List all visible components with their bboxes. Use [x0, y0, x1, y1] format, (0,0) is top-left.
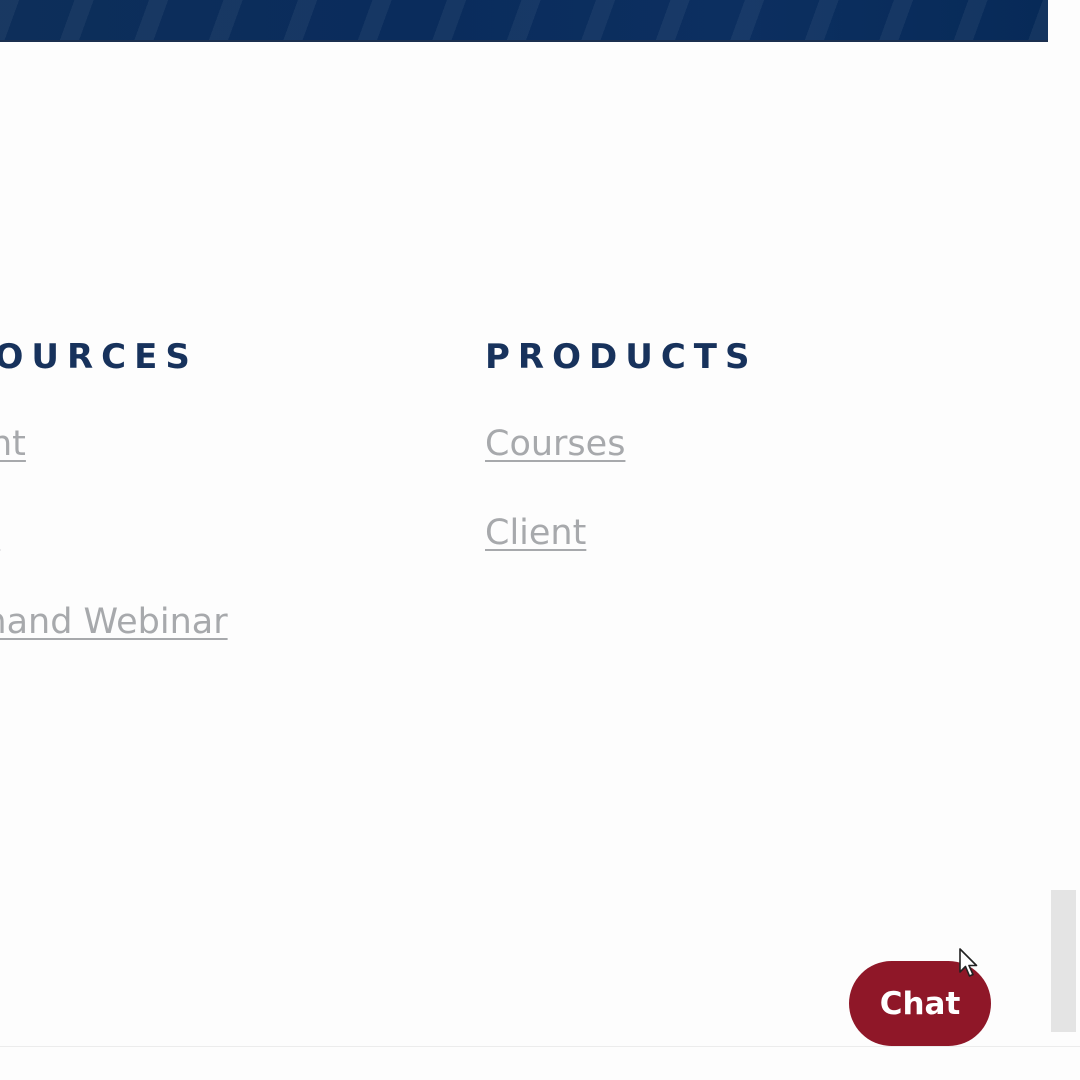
bottom-divider [0, 1046, 1080, 1047]
products-heading: PRODUCTS [485, 337, 758, 377]
resources-link-1[interactable]: nt [0, 424, 26, 464]
products-link-courses[interactable]: Courses [485, 424, 625, 464]
hero-banner-image [0, 0, 1048, 42]
resources-heading: SOURCES [0, 337, 198, 377]
page: SOURCES nt g Demand Webinar PRODUCTS Cou… [0, 0, 1080, 1080]
mouse-pointer-icon [959, 948, 978, 977]
hero-banner-edge [0, 40, 1048, 42]
products-link-client[interactable]: Client [485, 513, 586, 553]
resources-link-on-demand-webinar[interactable]: Demand Webinar [0, 602, 228, 642]
scrollbar-thumb[interactable] [1051, 890, 1076, 1032]
